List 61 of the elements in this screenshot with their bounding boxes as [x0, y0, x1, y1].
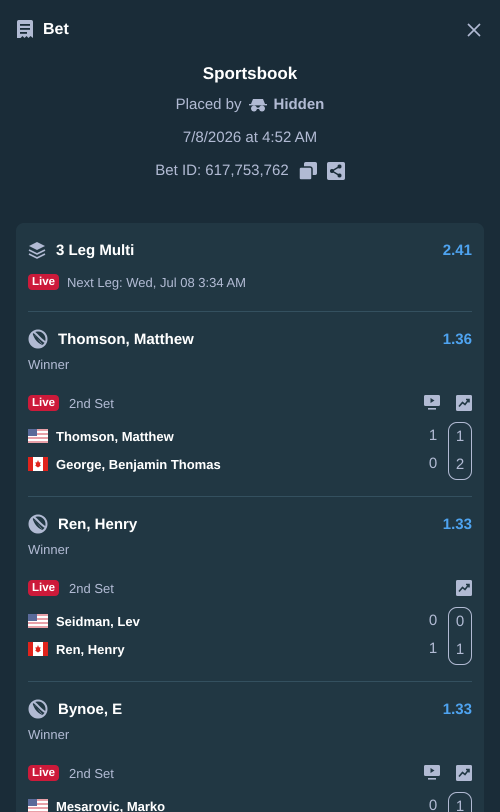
- trend-chart-icon: [456, 580, 472, 596]
- total-odds: 2.41: [442, 242, 472, 258]
- live-badge: Live: [28, 765, 60, 781]
- usa-flag-icon: [28, 799, 48, 812]
- bet-id: Bet ID: 617,753,762: [155, 162, 289, 179]
- selection-name: Thomson, Matthew: [58, 330, 194, 348]
- match-period: 2nd Set: [69, 580, 114, 596]
- usa-flag-icon: [28, 429, 48, 443]
- player-name: Seidman, Lev: [56, 614, 140, 628]
- selection-name: Ren, Henry: [58, 516, 138, 532]
- usa-flag-icon: [28, 614, 48, 628]
- copy-icon: [298, 162, 317, 180]
- stats-button[interactable]: [456, 580, 472, 596]
- monitor-play-icon: [424, 395, 440, 410]
- bet-type: 3 Leg Multi: [56, 242, 134, 258]
- close-icon: [466, 22, 482, 38]
- stats-button[interactable]: [456, 395, 472, 411]
- set-score-outline: 0 1: [448, 607, 472, 665]
- player-name: Thomson, Matthew: [56, 428, 174, 444]
- next-leg-time: Next Leg: Wed, Jul 08 3:34 AM: [67, 274, 246, 290]
- live-badge: Live: [28, 580, 60, 596]
- selection-odds: 1.33: [442, 516, 472, 532]
- market-name: Winner: [28, 356, 70, 374]
- live-badge: Live: [28, 395, 60, 411]
- incognito-icon: [248, 98, 268, 112]
- player-name: Ren, Henry: [56, 642, 125, 656]
- canada-flag-icon: [28, 457, 48, 471]
- selection-odds: 1.36: [442, 330, 472, 348]
- close-button[interactable]: [466, 22, 482, 38]
- match-period: 2nd Set: [69, 396, 114, 410]
- selection-name: Bynoe, E: [58, 700, 122, 718]
- stream-button[interactable]: [424, 395, 440, 411]
- trend-chart-icon: [456, 765, 472, 781]
- user-name: Hidden: [274, 96, 324, 113]
- set-score-outline: 1: [448, 792, 472, 812]
- game-score: 0: [428, 611, 438, 631]
- market-name: Winner: [28, 726, 70, 744]
- placed-by-label: Placed by: [176, 96, 242, 113]
- match-period: 2nd Set: [69, 766, 114, 780]
- stats-button[interactable]: [456, 765, 472, 781]
- game-score: 0: [428, 454, 438, 474]
- modal-title: Bet: [43, 21, 69, 39]
- placed-date: 7/8/2026 at 4:52 AM: [182, 128, 318, 148]
- layers-icon: [28, 241, 46, 259]
- live-badge: Live: [28, 274, 60, 290]
- stream-button[interactable]: [424, 765, 440, 781]
- selection-odds: 1.33: [442, 700, 472, 718]
- set-score-outline: 1 2: [448, 422, 472, 480]
- trend-chart-icon: [456, 395, 472, 411]
- share-icon: [326, 162, 345, 180]
- provider-name: Sportsbook: [202, 63, 298, 85]
- game-score: 0: [428, 796, 438, 812]
- copy-button[interactable]: [298, 162, 317, 180]
- market-name: Winner: [28, 541, 70, 559]
- game-score: 1: [428, 639, 438, 659]
- monitor-play-icon: [424, 765, 440, 780]
- player-name: George, Benjamin Thomas: [56, 456, 221, 472]
- game-score: 1: [428, 426, 438, 446]
- receipt-icon: [16, 20, 34, 40]
- share-button[interactable]: [326, 162, 345, 180]
- canada-flag-icon: [28, 642, 48, 656]
